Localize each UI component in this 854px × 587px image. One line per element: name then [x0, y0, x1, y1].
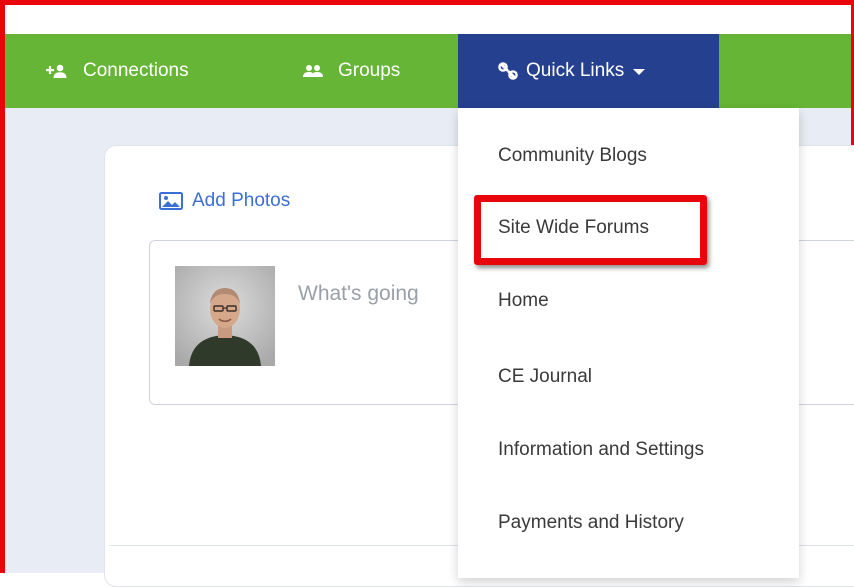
add-connection-icon — [45, 63, 69, 79]
quick-links-dropdown: Community Blogs Site Wide Forums Home CE… — [458, 108, 799, 578]
menu-item-payments-and-history[interactable]: Payments and History — [498, 512, 684, 534]
add-photos-label: Add Photos — [192, 190, 291, 211]
link-icon — [498, 62, 518, 80]
menu-item-home[interactable]: Home — [498, 290, 549, 312]
main-navbar: Connections Groups Quick Links — [5, 34, 851, 108]
menu-item-ce-journal[interactable]: CE Journal — [498, 366, 592, 388]
composer-placeholder: What's going — [298, 282, 419, 305]
nav-groups[interactable]: Groups — [302, 34, 400, 108]
nav-groups-label: Groups — [338, 60, 401, 81]
groups-icon — [302, 63, 324, 79]
menu-item-community-blogs[interactable]: Community Blogs — [498, 145, 647, 167]
highlight-annotation-box — [474, 195, 707, 265]
nav-quick-links-label: Quick Links — [526, 60, 625, 81]
top-strip — [5, 5, 851, 34]
add-photos-button[interactable]: Add Photos — [159, 190, 290, 212]
chevron-down-icon — [633, 69, 646, 75]
avatar — [175, 266, 275, 366]
nav-quick-links[interactable]: Quick Links — [458, 34, 719, 108]
menu-item-information-and-settings[interactable]: Information and Settings — [498, 439, 704, 461]
nav-connections[interactable]: Connections — [45, 34, 189, 108]
nav-connections-label: Connections — [83, 60, 189, 81]
image-icon — [159, 192, 183, 210]
